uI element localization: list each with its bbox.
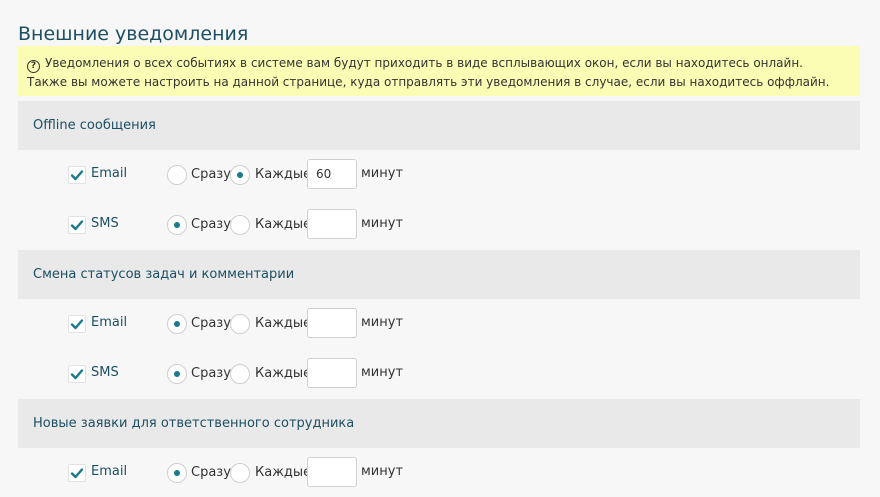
email-checkbox[interactable] — [68, 166, 86, 184]
minutes-input[interactable] — [307, 457, 357, 487]
every-label: Каждые — [255, 465, 312, 480]
every-label: Каждые — [255, 167, 312, 182]
every-radio[interactable] — [230, 463, 250, 483]
channel-label: Email — [91, 464, 128, 479]
minutes-input[interactable] — [307, 209, 357, 239]
notifications-page: Внешние уведомления ? Уведомления о всех … — [0, 0, 880, 497]
info-box: ? Уведомления о всех событиях в системе в… — [18, 46, 860, 96]
every-radio[interactable] — [230, 314, 250, 334]
minutes-unit-label: минут — [361, 166, 404, 181]
minutes-unit-label: минут — [361, 365, 404, 380]
notification-row: SMS Сразу Каждые минут — [0, 357, 880, 391]
channel-label: Email — [91, 166, 128, 181]
minutes-input[interactable] — [307, 358, 357, 388]
immediately-label: Сразу — [191, 167, 231, 182]
every-label: Каждые — [255, 217, 312, 232]
sms-checkbox[interactable] — [68, 365, 86, 383]
immediately-radio[interactable] — [167, 463, 187, 483]
every-label: Каждые — [255, 316, 312, 331]
every-label: Каждые — [255, 366, 312, 381]
info-text-1: Уведомления о всех событиях в системе ва… — [45, 56, 803, 70]
minutes-input[interactable] — [307, 308, 357, 338]
every-radio[interactable] — [230, 215, 250, 235]
notification-row: Email Сразу Каждые минут — [0, 456, 880, 490]
immediately-radio[interactable] — [167, 165, 187, 185]
immediately-radio[interactable] — [167, 314, 187, 334]
channel-label: SMS — [91, 365, 119, 380]
immediately-label: Сразу — [191, 217, 231, 232]
notification-row: SMS Сразу Каждые минут — [0, 208, 880, 242]
immediately-label: Сразу — [191, 316, 231, 331]
every-radio[interactable] — [230, 165, 250, 185]
sms-checkbox[interactable] — [68, 216, 86, 234]
channel-label: SMS — [91, 216, 119, 231]
email-checkbox[interactable] — [68, 464, 86, 482]
help-icon: ? — [27, 60, 40, 73]
immediately-radio[interactable] — [167, 215, 187, 235]
info-line-2: Также вы можете настроить на данной стра… — [27, 75, 830, 89]
section-header-offline-messages: Offline сообщения — [18, 101, 860, 150]
page-title: Внешние уведомления — [18, 23, 249, 45]
every-radio[interactable] — [230, 364, 250, 384]
channel-label: Email — [91, 315, 128, 330]
immediately-radio[interactable] — [167, 364, 187, 384]
minutes-unit-label: минут — [361, 464, 404, 479]
section-header-task-status-changes: Смена статусов задач и комментарии — [18, 250, 860, 299]
info-line-1: ? Уведомления о всех событиях в системе в… — [27, 54, 850, 73]
minutes-unit-label: минут — [361, 315, 404, 330]
email-checkbox[interactable] — [68, 315, 86, 333]
section-header-new-requests: Новые заявки для ответственного сотрудни… — [18, 399, 860, 448]
notification-row: Email Сразу Каждые минут — [0, 158, 880, 192]
minutes-unit-label: минут — [361, 216, 404, 231]
immediately-label: Сразу — [191, 366, 231, 381]
minutes-input[interactable] — [307, 159, 357, 189]
immediately-label: Сразу — [191, 465, 231, 480]
notification-row: Email Сразу Каждые минут — [0, 307, 880, 341]
